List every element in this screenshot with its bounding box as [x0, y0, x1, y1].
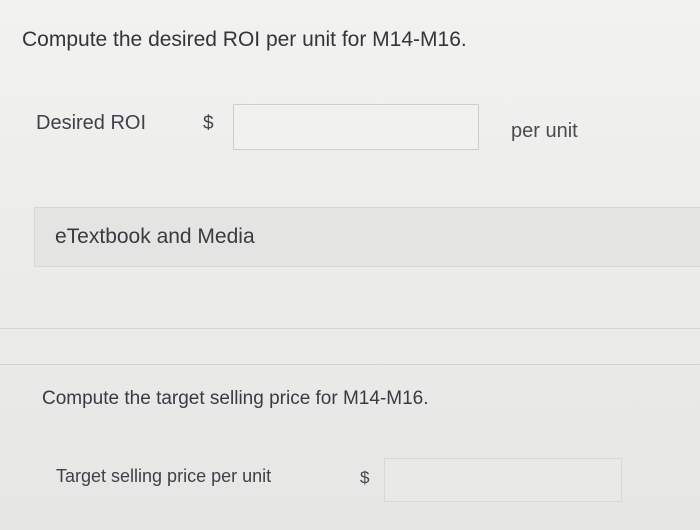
desired-roi-label: Desired ROI: [36, 112, 147, 134]
target-selling-price-input[interactable]: [384, 458, 622, 502]
per-unit-label: per unit: [511, 120, 578, 142]
etextbook-media-button[interactable]: eTextbook and Media: [34, 207, 700, 267]
section-divider: [0, 328, 700, 329]
question-1-prompt: Compute the desired ROI per unit for M14…: [22, 28, 467, 51]
currency-symbol: $: [203, 113, 214, 134]
question-1-panel: Compute the desired ROI per unit for M14…: [0, 0, 700, 300]
target-selling-price-label: Target selling price per unit: [56, 466, 272, 486]
currency-symbol: $: [360, 468, 370, 487]
desired-roi-input[interactable]: [233, 104, 479, 150]
question-2-prompt: Compute the target selling price for M14…: [42, 388, 429, 409]
section-divider: [0, 364, 700, 365]
